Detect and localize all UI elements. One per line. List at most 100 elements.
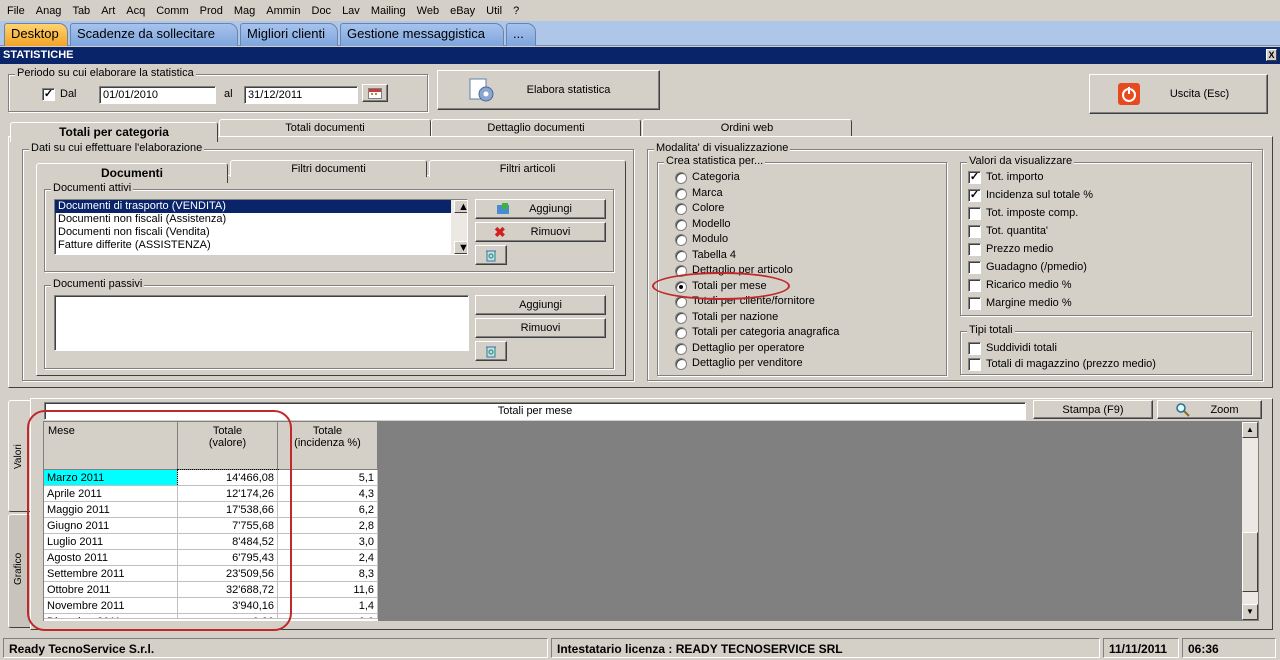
scroll-down-icon[interactable]: ▼ xyxy=(454,241,467,254)
list-item[interactable]: Documenti non fiscali (Assistenza) xyxy=(55,213,467,226)
checkbox-label[interactable]: Tot. importo xyxy=(986,171,1043,183)
menu-anag[interactable]: Anag xyxy=(32,5,66,17)
menu-ebay[interactable]: eBay xyxy=(446,5,479,17)
radio-option-label[interactable]: Totali per categoria anagrafica xyxy=(692,326,839,338)
checkbox[interactable] xyxy=(968,279,981,292)
passivi-rimuovi-button[interactable]: Rimuovi xyxy=(475,318,606,338)
tab-gestione-messaggistica[interactable]: Gestione messaggistica xyxy=(340,23,504,46)
attivi-rimuovi-button[interactable]: ✖ Rimuovi xyxy=(475,222,606,242)
radio-option[interactable] xyxy=(675,172,687,184)
checkbox-label[interactable]: Margine medio % xyxy=(986,297,1072,309)
list-item[interactable]: Documenti non fiscali (Vendita) xyxy=(55,226,467,239)
elabora-statistica-button[interactable]: Elabora statistica xyxy=(437,70,660,110)
calendar-button[interactable] xyxy=(362,84,388,102)
radio-option[interactable] xyxy=(675,203,687,215)
radio-option-label[interactable]: Dettaglio per venditore xyxy=(692,357,803,369)
list-item[interactable]: Fatture differite (ASSISTENZA) xyxy=(55,239,467,252)
checkbox-label[interactable]: Incidenza sul totale % xyxy=(986,189,1093,201)
radio-option-label[interactable]: Marca xyxy=(692,187,723,199)
radio-option[interactable] xyxy=(675,327,687,339)
checkbox-label[interactable]: Prezzo medio xyxy=(986,243,1053,255)
menu-lav[interactable]: Lav xyxy=(338,5,364,17)
menu-comm[interactable]: Comm xyxy=(152,5,192,17)
passivi-clear-button[interactable] xyxy=(475,341,507,361)
checkbox[interactable] xyxy=(968,358,981,371)
dal-checkbox[interactable]: ✓ xyxy=(42,88,55,101)
menu-tab[interactable]: Tab xyxy=(68,5,94,17)
tab-totali-per-categoria[interactable]: Totali per categoria xyxy=(10,122,218,142)
uscita-button[interactable]: Uscita (Esc) xyxy=(1089,74,1268,114)
grid-cell[interactable]: 1,4 xyxy=(278,598,378,614)
radio-option[interactable] xyxy=(675,311,687,324)
radio-option-label[interactable]: Colore xyxy=(692,202,724,214)
radio-option-label[interactable]: Categoria xyxy=(692,171,740,183)
checkbox[interactable] xyxy=(968,207,981,220)
radio-option-label[interactable]: Tabella 4 xyxy=(692,249,736,261)
menu-ammin[interactable]: Ammin xyxy=(262,5,304,17)
grid-cell[interactable]: 0,0 xyxy=(278,614,378,619)
stampa-button[interactable]: Stampa (F9) xyxy=(1033,400,1153,419)
menu-doc[interactable]: Doc xyxy=(308,5,336,17)
menu-mailing[interactable]: Mailing xyxy=(367,5,410,17)
documenti-attivi-list[interactable]: Documenti di trasporto (VENDITA) Documen… xyxy=(54,199,468,255)
grid-cell[interactable]: 3,0 xyxy=(278,534,378,550)
menu-web[interactable]: Web xyxy=(413,5,443,17)
radio-option-label[interactable]: Modello xyxy=(692,218,731,230)
tab-documenti[interactable]: Documenti xyxy=(36,163,228,183)
menu-prod[interactable]: Prod xyxy=(196,5,227,17)
scroll-up-icon[interactable]: ▲ xyxy=(1242,422,1258,438)
grid-cell[interactable]: 2,8 xyxy=(278,518,378,534)
menu-mag[interactable]: Mag xyxy=(230,5,259,17)
tab-scadenze[interactable]: Scadenze da sollecitare xyxy=(70,23,238,46)
menu-acq[interactable]: Acq xyxy=(122,5,149,17)
list-scrollbar[interactable]: ▲ ▼ xyxy=(451,200,467,254)
checkbox[interactable] xyxy=(968,342,981,355)
radio-option[interactable] xyxy=(675,187,687,200)
radio-option[interactable] xyxy=(675,358,687,370)
tab-totali-documenti[interactable]: Totali documenti xyxy=(219,119,431,136)
tab-filtri-articoli[interactable]: Filtri articoli xyxy=(429,160,626,177)
radio-option[interactable] xyxy=(675,234,687,246)
menu-help[interactable]: ? xyxy=(509,5,523,17)
tab-ordini-web[interactable]: Ordini web xyxy=(642,119,852,136)
scroll-up-icon[interactable]: ▲ xyxy=(454,200,467,213)
checkbox-label[interactable]: Suddividi totali xyxy=(986,342,1057,354)
grid-cell[interactable]: 5,1 xyxy=(278,470,378,486)
checkbox[interactable] xyxy=(968,261,981,274)
passivi-aggiungi-button[interactable]: Aggiungi xyxy=(475,295,606,315)
grid-cell[interactable]: 11,6 xyxy=(278,582,378,598)
grid-cell[interactable]: 8,3 xyxy=(278,566,378,582)
radio-option[interactable] xyxy=(675,249,687,262)
checkbox-label[interactable]: Guadagno (/pmedio) xyxy=(986,261,1087,273)
dal-date-input[interactable] xyxy=(99,86,216,104)
tab-desktop[interactable]: Desktop xyxy=(4,23,68,46)
scroll-down-icon[interactable]: ▼ xyxy=(1242,604,1258,620)
checkbox[interactable] xyxy=(968,243,981,256)
menu-util[interactable]: Util xyxy=(482,5,506,17)
documenti-passivi-list[interactable] xyxy=(54,295,469,351)
tab-migliori-clienti[interactable]: Migliori clienti xyxy=(240,23,338,46)
checkbox[interactable] xyxy=(968,297,981,310)
al-date-input[interactable] xyxy=(244,86,358,104)
attivi-aggiungi-button[interactable]: Aggiungi xyxy=(475,199,606,219)
checkbox-label[interactable]: Ricarico medio % xyxy=(986,279,1072,291)
grid-cell[interactable]: 4,3 xyxy=(278,486,378,502)
checkbox-label[interactable]: Tot. quantita' xyxy=(986,225,1048,237)
grid-scrollbar[interactable]: ▲ ▼ xyxy=(1242,422,1258,620)
list-item[interactable]: Documenti di trasporto (VENDITA) xyxy=(55,200,467,213)
zoom-button[interactable]: Zoom xyxy=(1157,400,1262,419)
attivi-clear-button[interactable] xyxy=(475,245,507,265)
radio-option[interactable] xyxy=(675,342,687,355)
radio-option[interactable] xyxy=(675,218,687,231)
close-icon[interactable]: X xyxy=(1266,49,1277,61)
menu-file[interactable]: File xyxy=(3,5,29,17)
checkbox[interactable] xyxy=(968,225,981,238)
checkbox[interactable]: ✓ xyxy=(968,189,981,202)
col-header-totale-incidenza[interactable]: Totale (incidenza %) xyxy=(278,422,378,470)
radio-option-label[interactable]: Totali per nazione xyxy=(692,311,778,323)
tab-more[interactable]: ... xyxy=(506,23,536,46)
grid-cell[interactable]: 2,4 xyxy=(278,550,378,566)
scroll-thumb[interactable] xyxy=(1242,532,1258,592)
checkbox[interactable]: ✓ xyxy=(968,171,981,184)
tab-filtri-documenti[interactable]: Filtri documenti xyxy=(230,160,427,177)
